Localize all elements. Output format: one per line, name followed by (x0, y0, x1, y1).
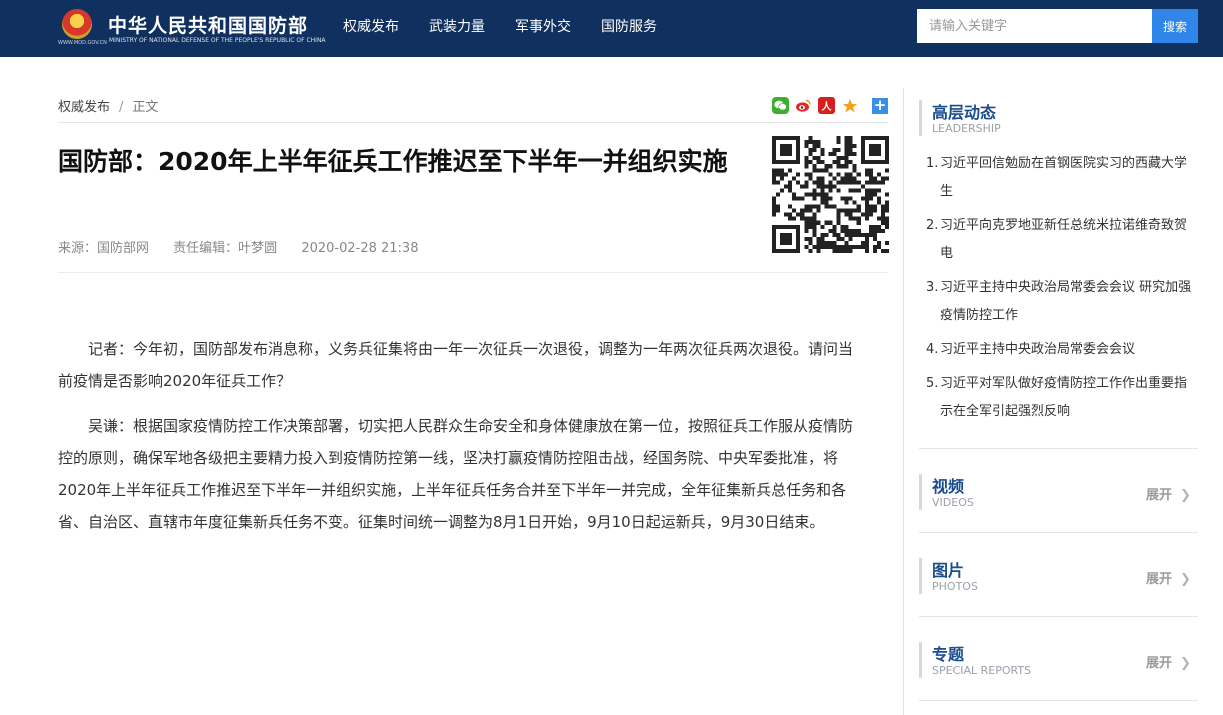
site-name[interactable]: 中华人民共和国国防部 (108, 11, 308, 38)
list-item-number: 3. (926, 280, 939, 295)
top-divider (58, 122, 888, 123)
sidebar-divider (903, 88, 904, 715)
photos-title[interactable]: 图片 (932, 557, 964, 581)
photos-accent-bar (919, 558, 922, 594)
photos-subtitle: PHOTOS (932, 580, 978, 593)
videos-subtitle: VIDEOS (932, 496, 974, 509)
expand-label: 展开 (1146, 572, 1173, 587)
people-icon[interactable]: 人 (818, 97, 835, 114)
expand-label: 展开 (1146, 656, 1173, 671)
breadcrumb: 权威发布 / 正文 (58, 96, 158, 115)
leadership-title[interactable]: 高层动态 (932, 99, 996, 123)
breadcrumb-current: 正文 (132, 100, 159, 115)
meta-divider (58, 272, 888, 273)
share-bar: 人 (772, 97, 864, 114)
special-reports-expand-button[interactable]: 展开 ❯ (1146, 652, 1191, 671)
videos-accent-bar (919, 474, 922, 510)
list-item-number: 1. (926, 156, 939, 171)
share-more-icon[interactable]: + (872, 98, 888, 114)
site-header: WWW.MOD.GOV.CN 中华人民共和国国防部 MINISTRY OF NA… (0, 0, 1223, 57)
search-input[interactable] (917, 9, 1152, 43)
article-meta: 来源：国防部网 责任编辑：叶梦圆 2020-02-28 21:38 (58, 237, 418, 256)
chevron-right-icon: ❯ (1180, 572, 1191, 587)
list-item[interactable]: 1. 习近平回信勉励在首钢医院实习的西藏大学生 (926, 150, 1198, 206)
article-body: 记者：今年初，国防部发布消息称，义务兵征集将由一年一次征兵一次退役，调整为一年两… (58, 333, 863, 551)
weibo-icon[interactable] (795, 97, 812, 114)
article-title: 国防部：2020年上半年征兵工作推迟至下半年一并组织实施 (58, 147, 728, 176)
list-item-number: 5. (926, 376, 939, 391)
qr-code-icon (772, 136, 889, 253)
wechat-icon[interactable] (772, 97, 789, 114)
special-reports-accent-bar (919, 642, 922, 678)
list-item[interactable]: 2. 习近平向克罗地亚新任总统米拉诺维奇致贺电 (926, 212, 1198, 268)
sidebar-section-divider (919, 532, 1198, 533)
article-paragraph: 吴谦：根据国家疫情防控工作决策部署，切实把人民群众生命安全和身体健康放在第一位，… (58, 417, 854, 531)
list-item-text[interactable]: 习近平向克罗地亚新任总统米拉诺维奇致贺电 (940, 212, 1198, 268)
list-item-text[interactable]: 习近平对军队做好疫情防控工作作出重要指示在全军引起强烈反响 (940, 370, 1198, 426)
photos-expand-button[interactable]: 展开 ❯ (1146, 568, 1191, 587)
sidebar-section-divider (919, 700, 1198, 701)
breadcrumb-section-link[interactable]: 权威发布 (58, 100, 110, 115)
nav-item-authoritative-release[interactable]: 权威发布 (343, 0, 399, 57)
list-item[interactable]: 5. 习近平对军队做好疫情防控工作作出重要指示在全军引起强烈反响 (926, 370, 1198, 426)
list-item-text[interactable]: 习近平主持中央政治局常委会会议 (940, 336, 1135, 364)
list-item-number: 4. (926, 342, 939, 357)
leadership-list: 1. 习近平回信勉励在首钢医院实习的西藏大学生 2. 习近平向克罗地亚新任总统米拉诺… (926, 150, 1198, 432)
expand-label: 展开 (1146, 488, 1173, 503)
special-reports-title[interactable]: 专题 (932, 641, 964, 665)
videos-title[interactable]: 视频 (932, 473, 964, 497)
sidebar-section-divider (919, 448, 1198, 449)
sidebar-section-divider (919, 616, 1198, 617)
site-name-en: MINISTRY OF NATIONAL DEFENSE OF THE PEOP… (109, 37, 326, 44)
list-item[interactable]: 4. 习近平主持中央政治局常委会会议 (926, 336, 1198, 364)
nav-item-military-diplomacy[interactable]: 军事外交 (515, 0, 571, 57)
article-editor: 责任编辑：叶梦圆 (173, 241, 278, 256)
chevron-right-icon: ❯ (1180, 488, 1191, 503)
list-item-text[interactable]: 习近平主持中央政治局常委会会议 研究加强疫情防控工作 (940, 274, 1198, 330)
special-reports-subtitle: SPECIAL REPORTS (932, 664, 1032, 677)
site-url: WWW.MOD.GOV.CN (58, 40, 107, 46)
article-paragraph: 记者：今年初，国防部发布消息称，义务兵征集将由一年一次征兵一次退役，调整为一年两… (58, 340, 854, 390)
leadership-accent-bar (919, 100, 922, 136)
breadcrumb-separator: / (119, 100, 124, 115)
list-item-number: 2. (926, 218, 939, 233)
article-datetime: 2020-02-28 21:38 (301, 241, 419, 256)
list-item-text[interactable]: 习近平回信勉励在首钢医院实习的西藏大学生 (940, 150, 1198, 206)
national-emblem-icon[interactable] (62, 9, 92, 39)
nav-item-armed-forces[interactable]: 武装力量 (429, 0, 485, 57)
leadership-subtitle: LEADERSHIP (932, 122, 1001, 135)
search-button[interactable]: 搜索 (1152, 9, 1198, 43)
nav-item-defense-services[interactable]: 国防服务 (601, 0, 657, 57)
videos-expand-button[interactable]: 展开 ❯ (1146, 484, 1191, 503)
list-item[interactable]: 3. 习近平主持中央政治局常委会会议 研究加强疫情防控工作 (926, 274, 1198, 330)
chevron-right-icon: ❯ (1180, 656, 1191, 671)
favorite-icon[interactable] (841, 97, 858, 114)
main-nav: 权威发布 武装力量 军事外交 国防服务 (343, 0, 687, 57)
article-source: 来源：国防部网 (58, 241, 150, 256)
